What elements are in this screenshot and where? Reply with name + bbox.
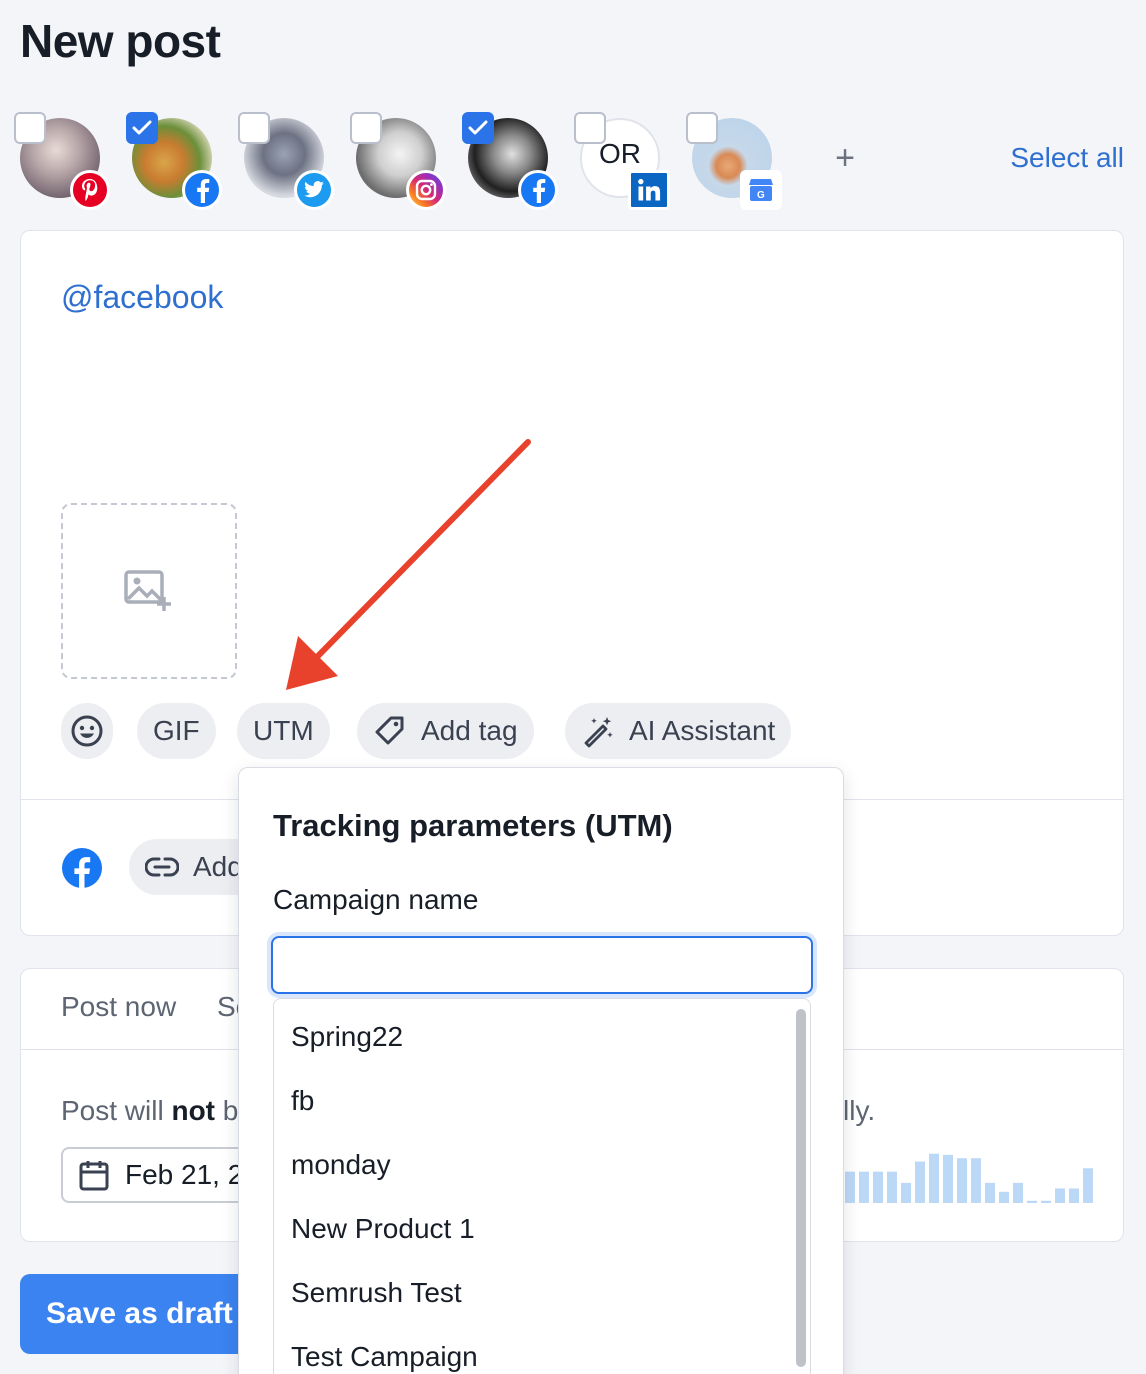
linkedin-icon	[628, 170, 670, 210]
list-item[interactable]: New Product 1	[291, 1213, 475, 1245]
activity-bar	[887, 1171, 897, 1203]
activity-bar	[985, 1182, 995, 1203]
account-checkbox[interactable]	[574, 112, 606, 144]
check-icon	[468, 120, 488, 135]
activity-bar	[859, 1171, 869, 1203]
ai-assistant-label: AI Assistant	[629, 715, 776, 746]
google-business-icon: G	[740, 170, 782, 210]
list-item[interactable]: Spring22	[291, 1021, 403, 1053]
schedule-note-prefix: Post will	[61, 1095, 172, 1126]
list-item[interactable]: Test Campaign	[291, 1341, 478, 1373]
account-linkedin[interactable]: OR	[574, 112, 670, 210]
activity-bar	[1013, 1182, 1023, 1203]
facebook-icon	[182, 170, 222, 210]
utm-popover-title: Tracking parameters (UTM)	[273, 808, 673, 843]
account-checkbox[interactable]	[350, 112, 382, 144]
account-instagram[interactable]	[350, 112, 446, 210]
add-link-label: Add	[193, 851, 243, 882]
emoji-icon	[71, 715, 103, 747]
pinterest-icon	[70, 170, 110, 210]
utm-popover: Tracking parameters (UTM) Campaign name …	[238, 767, 844, 1374]
account-facebook-2[interactable]	[462, 112, 558, 210]
campaign-name-label: Campaign name	[273, 884, 479, 915]
link-icon	[145, 857, 179, 877]
account-facebook-1[interactable]	[126, 112, 222, 210]
account-checkbox[interactable]	[686, 112, 718, 144]
facebook-icon	[61, 847, 103, 894]
account-checkbox[interactable]	[238, 112, 270, 144]
activity-bar	[915, 1161, 925, 1203]
activity-bar	[901, 1182, 911, 1203]
activity-bar	[971, 1158, 981, 1203]
activity-bar	[943, 1154, 953, 1203]
activity-chart	[845, 1153, 1093, 1203]
tab-post-now[interactable]: Post now	[61, 991, 176, 1023]
activity-bar	[1083, 1168, 1093, 1203]
scrollbar[interactable]	[796, 1009, 806, 1367]
date-value: Feb 21, 2	[125, 1159, 244, 1190]
tag-icon	[375, 716, 404, 745]
page-title: New post	[20, 15, 221, 67]
svg-text:G: G	[757, 190, 765, 201]
campaign-suggestions: Spring22 fb monday New Product 1 Semrush…	[273, 998, 811, 1374]
ai-assistant-button[interactable]: AI Assistant	[565, 703, 792, 759]
gif-button[interactable]: GIF	[137, 703, 216, 759]
activity-bar	[1055, 1188, 1065, 1203]
facebook-icon	[518, 170, 558, 210]
avatar-initials: OR	[599, 138, 641, 169]
list-item[interactable]: monday	[291, 1149, 391, 1181]
utm-button[interactable]: UTM	[237, 703, 330, 759]
add-media-dropzone[interactable]	[61, 503, 237, 679]
magic-wand-icon	[584, 717, 613, 748]
activity-bar	[1069, 1188, 1079, 1203]
account-google-business[interactable]: G	[686, 112, 782, 210]
activity-bar	[845, 1171, 855, 1203]
add-account-button[interactable]: +	[828, 138, 862, 178]
account-checkbox[interactable]	[126, 112, 158, 144]
post-text[interactable]: @facebook	[61, 279, 223, 316]
campaign-name-input[interactable]	[271, 936, 813, 994]
list-item[interactable]: Semrush Test	[291, 1277, 462, 1309]
select-all-link[interactable]: Select all	[1010, 142, 1124, 174]
list-item[interactable]: fb	[291, 1085, 314, 1117]
add-tag-label: Add tag	[421, 715, 518, 746]
emoji-button[interactable]	[61, 703, 113, 759]
activity-bar	[929, 1153, 939, 1203]
calendar-icon	[79, 1161, 109, 1191]
account-checkbox[interactable]	[462, 112, 494, 144]
account-checkbox[interactable]	[14, 112, 46, 144]
check-icon	[132, 120, 152, 135]
activity-bar	[873, 1171, 883, 1203]
add-image-icon	[124, 570, 171, 611]
schedule-note: Post will not b	[61, 1095, 238, 1127]
instagram-icon	[406, 170, 446, 210]
activity-bar	[999, 1191, 1009, 1203]
activity-bar	[1027, 1200, 1037, 1203]
schedule-note-tail: b	[222, 1095, 239, 1126]
account-pinterest[interactable]	[14, 112, 110, 210]
account-twitter[interactable]	[238, 112, 334, 210]
schedule-note-bold: not	[171, 1095, 215, 1126]
twitter-icon	[294, 170, 334, 210]
activity-bar	[1041, 1200, 1051, 1203]
add-tag-button[interactable]: Add tag	[357, 703, 534, 759]
schedule-note-end: lly.	[843, 1095, 876, 1126]
activity-bar	[957, 1158, 967, 1203]
